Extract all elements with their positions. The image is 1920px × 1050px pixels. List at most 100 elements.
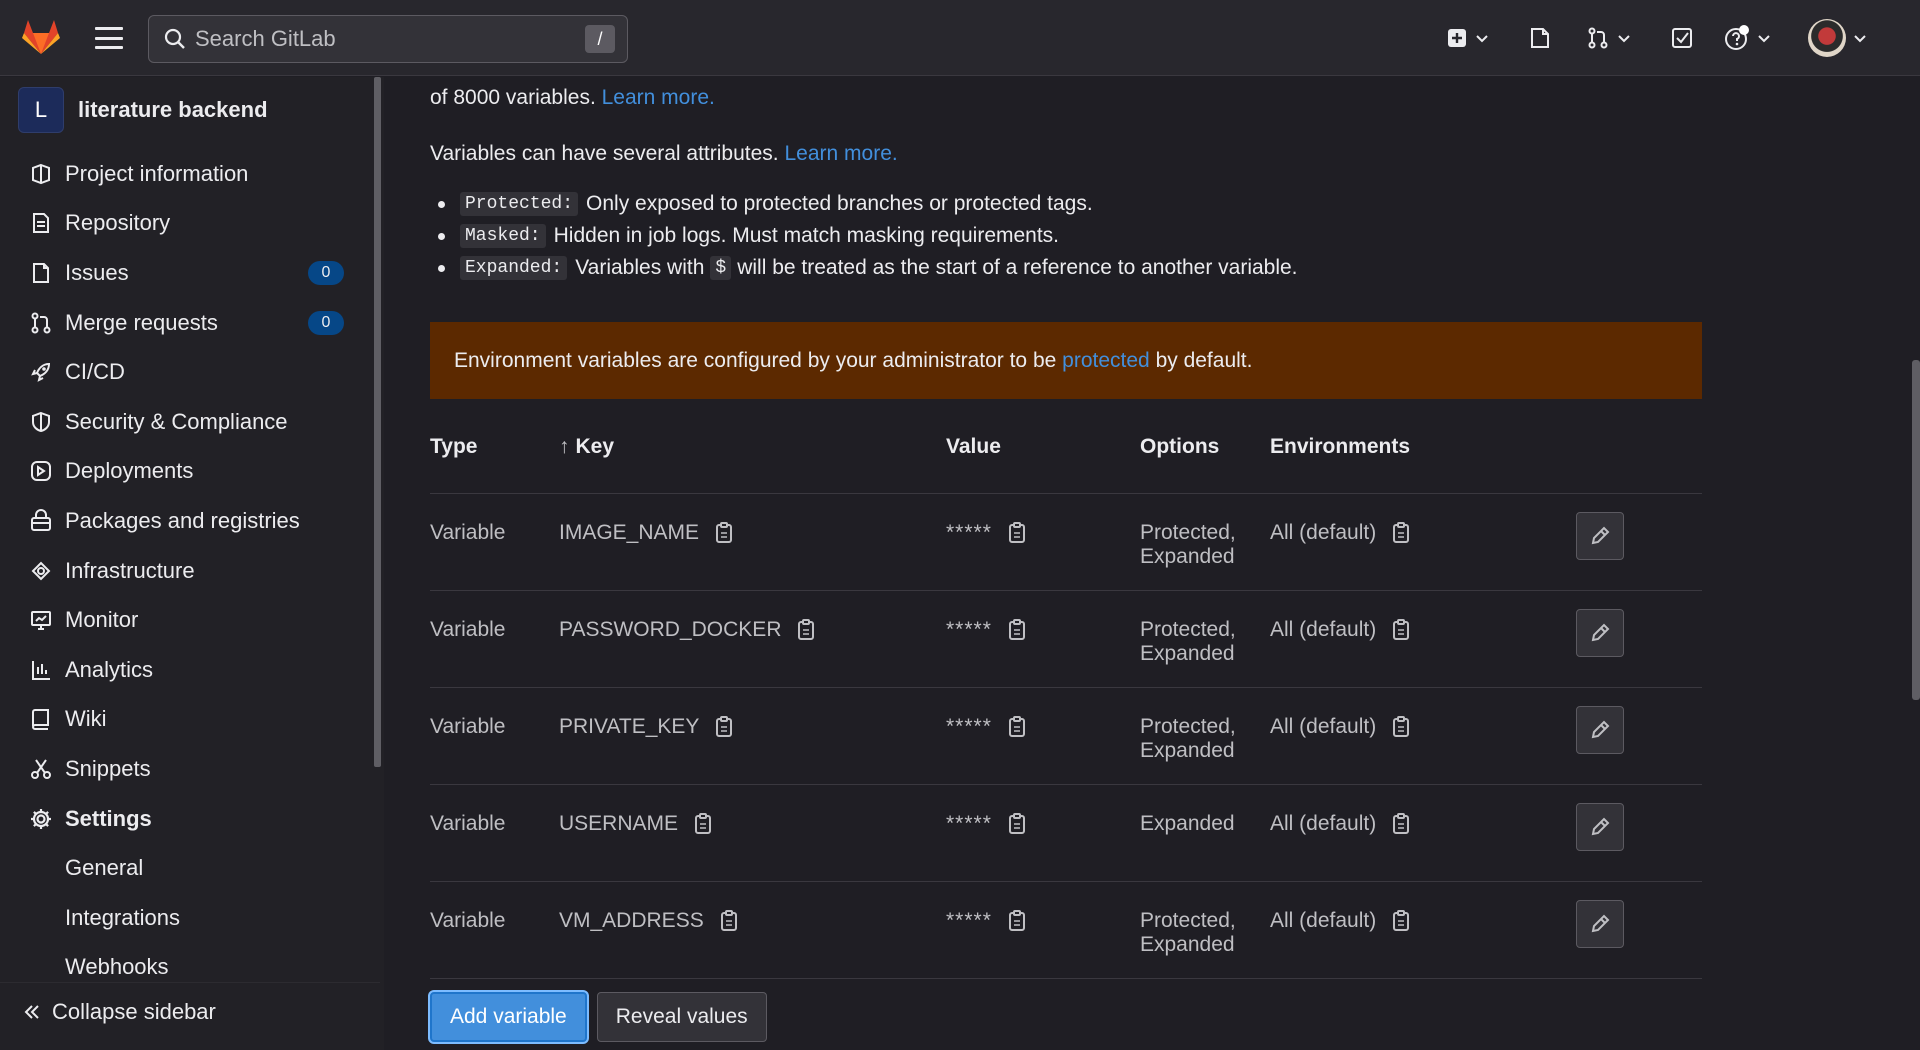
- cell-key: USERNAME: [559, 784, 946, 882]
- plus-square-icon: [1448, 29, 1466, 47]
- sidebar-item-issues[interactable]: Issues 0: [0, 248, 374, 298]
- cell-options: Protected, Expanded: [1140, 493, 1270, 591]
- environment-scope: All (default): [1270, 617, 1377, 641]
- sidebar-item-security-compliance[interactable]: Security & Compliance: [0, 397, 374, 447]
- copy-icon[interactable]: [1006, 521, 1028, 545]
- cell-type: Variable: [430, 493, 559, 591]
- edit-variable-button[interactable]: [1576, 705, 1624, 754]
- issues-icon: [1531, 28, 1549, 48]
- copy-icon[interactable]: [1390, 909, 1412, 933]
- header-type[interactable]: Type: [430, 401, 559, 494]
- sidebar-item-deployments[interactable]: Deployments: [0, 447, 374, 497]
- cell-value: *****: [946, 784, 1140, 882]
- environment-scope: All (default): [1270, 520, 1377, 544]
- issues-shortcut[interactable]: [1528, 24, 1552, 52]
- search-box[interactable]: /: [148, 15, 628, 63]
- protected-link[interactable]: protected: [1062, 349, 1150, 373]
- sidebar-item-merge-requests[interactable]: Merge requests 0: [0, 298, 374, 348]
- sidebar-item-snippets[interactable]: Snippets: [0, 744, 374, 794]
- double-chevron-left-icon: [24, 1005, 39, 1019]
- document-icon: [28, 210, 54, 236]
- sidebar-subitem-webhooks[interactable]: Webhooks: [0, 943, 374, 993]
- copy-icon[interactable]: [718, 909, 740, 933]
- user-menu[interactable]: [1808, 19, 1868, 57]
- header-value[interactable]: Value: [946, 401, 1140, 494]
- copy-icon[interactable]: [1006, 812, 1028, 836]
- sidebar-scrollbar[interactable]: [374, 77, 381, 767]
- attribute-desc: Only exposed to protected branches or pr…: [586, 192, 1093, 215]
- pencil-icon: [1591, 720, 1610, 738]
- count-badge: 0: [308, 260, 344, 285]
- sidebar-item-infrastructure[interactable]: Infrastructure: [0, 546, 374, 596]
- hamburger-menu-icon[interactable]: [92, 22, 126, 54]
- copy-icon[interactable]: [1390, 618, 1412, 642]
- copy-icon[interactable]: [1006, 909, 1028, 933]
- help-dropdown[interactable]: [1724, 24, 1772, 52]
- rocket-icon: [28, 359, 54, 385]
- header-key[interactable]: ↑ Key: [559, 401, 946, 494]
- copy-icon[interactable]: [713, 521, 735, 545]
- edit-variable-button[interactable]: [1576, 802, 1624, 851]
- merge-requests-dropdown[interactable]: [1586, 24, 1632, 52]
- sidebar-item-label: Issues: [65, 259, 129, 285]
- sidebar-item-monitor[interactable]: Monitor: [0, 595, 374, 645]
- attributes-list: Protected: Only exposed to protected bra…: [438, 188, 1298, 284]
- copy-icon[interactable]: [1390, 521, 1412, 545]
- todos-shortcut[interactable]: [1670, 24, 1694, 52]
- edit-variable-button[interactable]: [1576, 608, 1624, 657]
- gear-icon: [28, 806, 54, 832]
- cell-value: *****: [946, 493, 1140, 591]
- copy-icon[interactable]: [692, 812, 714, 836]
- project-header[interactable]: L literature backend: [18, 87, 268, 133]
- sidebar-item-packages-registries[interactable]: Packages and registries: [0, 496, 374, 546]
- sidebar-item-analytics[interactable]: Analytics: [0, 645, 374, 695]
- sidebar-item-label: Packages and registries: [65, 507, 300, 533]
- sidebar-item-repository[interactable]: Repository: [0, 199, 374, 249]
- edit-variable-button[interactable]: [1576, 899, 1624, 948]
- search-icon: [164, 28, 185, 49]
- page-scrollbar[interactable]: [1912, 360, 1920, 700]
- edit-variable-button[interactable]: [1576, 511, 1624, 560]
- cell-environment: All (default): [1270, 881, 1570, 979]
- cell-environment: All (default): [1270, 590, 1570, 688]
- chevron-down-icon: [1758, 35, 1770, 43]
- collapse-sidebar-button[interactable]: Collapse sidebar: [22, 999, 216, 1025]
- attribute-code: Masked:: [460, 224, 546, 248]
- merge-request-icon: [1588, 27, 1608, 49]
- sidebar-item-label: Project information: [65, 160, 249, 186]
- cell-type: Variable: [430, 784, 559, 882]
- gitlab-logo[interactable]: [20, 16, 62, 58]
- project-name: literature backend: [78, 97, 268, 122]
- attributes-learn-more-link[interactable]: Learn more.: [784, 142, 897, 165]
- new-dropdown[interactable]: [1446, 24, 1490, 52]
- header-environments[interactable]: Environments: [1270, 401, 1570, 494]
- copy-icon[interactable]: [1390, 812, 1412, 836]
- attribute-desc: Variables with: [575, 256, 705, 279]
- header-options[interactable]: Options: [1140, 401, 1270, 494]
- monitor-icon: [28, 607, 54, 633]
- learn-more-link[interactable]: Learn more.: [602, 86, 715, 109]
- add-variable-button[interactable]: Add variable: [430, 992, 587, 1042]
- header-actions: [1570, 401, 1702, 494]
- table-header-row: Type ↑ Key Value Options Environments: [430, 401, 1702, 494]
- cell-actions: [1570, 784, 1702, 882]
- sidebar-item-wiki[interactable]: Wiki: [0, 695, 374, 745]
- package-icon: [28, 508, 54, 534]
- copy-icon[interactable]: [1006, 715, 1028, 739]
- collapse-sidebar-label: Collapse sidebar: [52, 999, 216, 1024]
- sidebar-item-cicd[interactable]: CI/CD: [0, 347, 374, 397]
- reveal-values-button[interactable]: Reveal values: [596, 992, 767, 1042]
- copy-icon[interactable]: [1006, 618, 1028, 642]
- search-input[interactable]: [195, 26, 575, 52]
- copy-icon[interactable]: [795, 618, 817, 642]
- table-row: Variable IMAGE_NAME ***** Protected, Expa…: [430, 493, 1702, 591]
- sidebar-item-settings[interactable]: Settings: [0, 794, 374, 844]
- chevron-down-icon: [1618, 35, 1630, 43]
- sidebar-subitem-integrations[interactable]: Integrations: [0, 893, 374, 943]
- count-badge: 0: [308, 310, 344, 335]
- cell-actions: [1570, 493, 1702, 591]
- copy-icon[interactable]: [713, 715, 735, 739]
- sidebar-item-project-information[interactable]: Project information: [0, 149, 374, 199]
- sidebar-subitem-general[interactable]: General: [0, 843, 374, 893]
- copy-icon[interactable]: [1390, 715, 1412, 739]
